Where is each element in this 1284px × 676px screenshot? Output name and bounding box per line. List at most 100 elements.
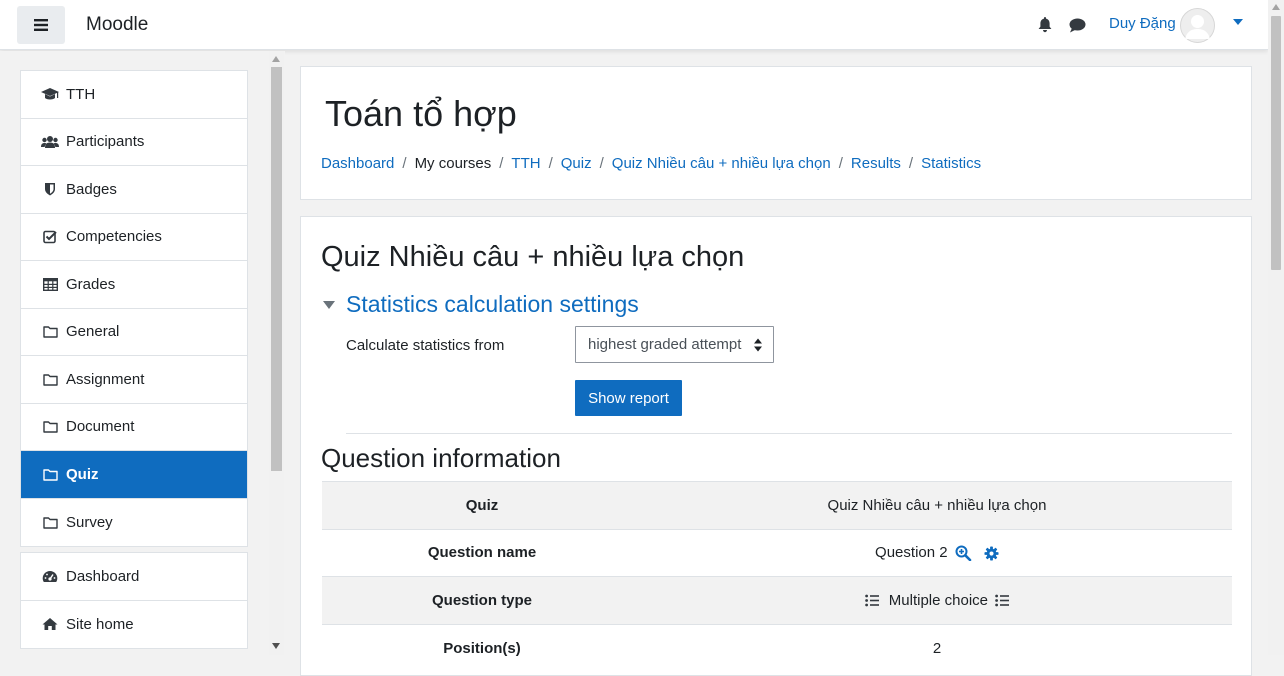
breadcrumb-section[interactable]: Quiz: [561, 155, 592, 172]
sidebar-item-label: Site home: [66, 615, 134, 633]
sidebar-item-label: Quiz: [66, 465, 99, 483]
main-region: Quiz Nhiều câu + nhiều lựa chọn Statisti…: [300, 216, 1252, 676]
preview-zoom-icon[interactable]: [955, 545, 972, 562]
page-scrollbar-thumb[interactable]: [1271, 16, 1281, 270]
folder-icon: [41, 419, 59, 435]
scroll-up-icon[interactable]: [272, 56, 280, 62]
sidebar-item-survey[interactable]: Survey: [21, 499, 247, 547]
question-info-heading: Question information: [321, 443, 561, 473]
hamburger-icon: [34, 19, 48, 31]
home-icon: [41, 616, 59, 632]
course-nav-group: TTH Participants Badges Competencies Gra…: [20, 70, 248, 547]
breadcrumb: Dashboard / My courses / TTH / Quiz / Qu…: [321, 155, 981, 172]
table-row: Question type Multiple choice: [322, 576, 1232, 624]
show-report-button[interactable]: Show report: [575, 380, 682, 416]
sidebar-item-label: Grades: [66, 275, 116, 293]
sidebar-item-label: TTH: [66, 85, 96, 103]
menu-toggle-button[interactable]: [17, 6, 65, 44]
row-key: Question type: [322, 576, 642, 624]
top-navbar: Moodle Duy Đặng: [0, 0, 1268, 50]
multichoice-icon: [995, 594, 1010, 607]
sidebar-item-general[interactable]: General: [21, 309, 247, 356]
graduation-cap-icon: [41, 86, 59, 102]
row-key: Question name: [322, 528, 642, 577]
breadcrumb-my-courses: My courses: [414, 155, 492, 172]
row-value-cell: Question 2: [642, 528, 1232, 577]
settings-section-toggle[interactable]: Statistics calculation settings: [323, 291, 639, 318]
scroll-up-icon[interactable]: [1272, 4, 1280, 10]
divider: [346, 433, 1232, 434]
question-info-table: Quiz Quiz Nhiều câu + nhiều lựa chọn Que…: [322, 481, 1232, 672]
breadcrumb-separator: /: [402, 155, 407, 172]
multichoice-icon: [864, 594, 879, 607]
drawer-scrollbar-thumb[interactable]: [271, 67, 282, 471]
sidebar-item-label: Document: [66, 418, 135, 436]
tachometer-icon: [41, 568, 59, 584]
caret-down-icon: [323, 300, 335, 309]
sidebar-item-label: Survey: [66, 513, 113, 531]
sidebar-item-quiz[interactable]: Quiz: [21, 451, 247, 499]
breadcrumb-results[interactable]: Results: [851, 155, 901, 172]
sidebar-item-dashboard[interactable]: Dashboard: [21, 553, 247, 601]
scroll-down-icon[interactable]: [272, 643, 280, 649]
sidebar-item-label: Assignment: [66, 370, 145, 388]
check-square-icon: [41, 229, 59, 245]
folder-icon: [41, 371, 59, 387]
sidebar-item-label: Participants: [66, 133, 145, 151]
folder-icon: [41, 324, 59, 340]
drawer-scrollbar[interactable]: [269, 51, 284, 655]
breadcrumb-quiz[interactable]: Quiz Nhiều câu + nhiều lựa chọn: [612, 155, 831, 172]
quiz-title: Quiz Nhiều câu + nhiều lựa chọn: [321, 241, 745, 273]
breadcrumb-dashboard[interactable]: Dashboard: [321, 155, 394, 172]
calc-from-label: Calculate statistics from: [346, 337, 505, 354]
gear-icon[interactable]: [984, 546, 999, 561]
breadcrumb-separator: /: [838, 155, 843, 172]
question-name: Question 2: [875, 544, 948, 562]
chevron-down-icon[interactable]: [1233, 19, 1243, 25]
avatar[interactable]: [1180, 8, 1215, 43]
row-key: Position(s): [322, 623, 642, 672]
bell-icon[interactable]: [1038, 17, 1052, 33]
sidebar-item-competencies[interactable]: Competencies: [21, 214, 247, 261]
breadcrumb-separator: /: [548, 155, 553, 172]
site-nav-group: Dashboard Site home: [20, 552, 248, 649]
site-brand[interactable]: Moodle: [86, 14, 148, 36]
folder-icon: [41, 514, 59, 530]
users-icon: [41, 134, 59, 150]
breadcrumb-course[interactable]: TTH: [511, 155, 540, 172]
breadcrumb-separator: /: [599, 155, 604, 172]
sidebar-item-site-home[interactable]: Site home: [21, 601, 247, 649]
row-value: 2: [642, 623, 1232, 672]
page-scrollbar[interactable]: [1268, 0, 1284, 655]
row-key: Quiz: [322, 481, 642, 529]
table-icon: [41, 276, 59, 292]
page-header: Toán tổ hợp Dashboard / My courses / TTH…: [300, 66, 1252, 200]
breadcrumb-statistics[interactable]: Statistics: [921, 155, 981, 172]
sidebar-item-grades[interactable]: Grades: [21, 261, 247, 309]
chat-icon[interactable]: [1069, 18, 1086, 33]
table-row: Quiz Quiz Nhiều câu + nhiều lựa chọn: [322, 481, 1232, 529]
question-type: Multiple choice: [888, 591, 989, 609]
sidebar-item-assignment[interactable]: Assignment: [21, 356, 247, 404]
user-avatar-icon: [1180, 8, 1215, 43]
sidebar-item-label: Badges: [66, 180, 117, 198]
folder-icon: [41, 466, 59, 482]
table-row: Position(s) 2: [322, 623, 1232, 672]
select-arrows-icon: [754, 338, 762, 352]
sidebar-item-participants[interactable]: Participants: [21, 119, 247, 166]
calc-from-value: highest graded attempt: [588, 336, 742, 353]
sidebar-item-badges[interactable]: Badges: [21, 166, 247, 214]
sidebar-item-document[interactable]: Document: [21, 404, 247, 451]
table-row: Question name Question 2: [322, 528, 1232, 577]
sidebar-item-tth[interactable]: TTH: [21, 71, 247, 119]
sidebar-item-label: General: [66, 323, 120, 341]
shield-icon: [41, 181, 59, 197]
row-value: Quiz Nhiều câu + nhiều lựa chọn: [642, 481, 1232, 529]
breadcrumb-separator: /: [908, 155, 914, 172]
sidebar-item-label: Dashboard: [66, 567, 140, 585]
nav-drawer: TTH Participants Badges Competencies Gra…: [0, 51, 285, 655]
calc-from-select[interactable]: highest graded attempt: [575, 326, 774, 363]
drawer-list: TTH Participants Badges Competencies Gra…: [20, 70, 248, 654]
user-name-link[interactable]: Duy Đặng: [1109, 15, 1176, 32]
row-value-cell: Multiple choice: [642, 576, 1232, 624]
